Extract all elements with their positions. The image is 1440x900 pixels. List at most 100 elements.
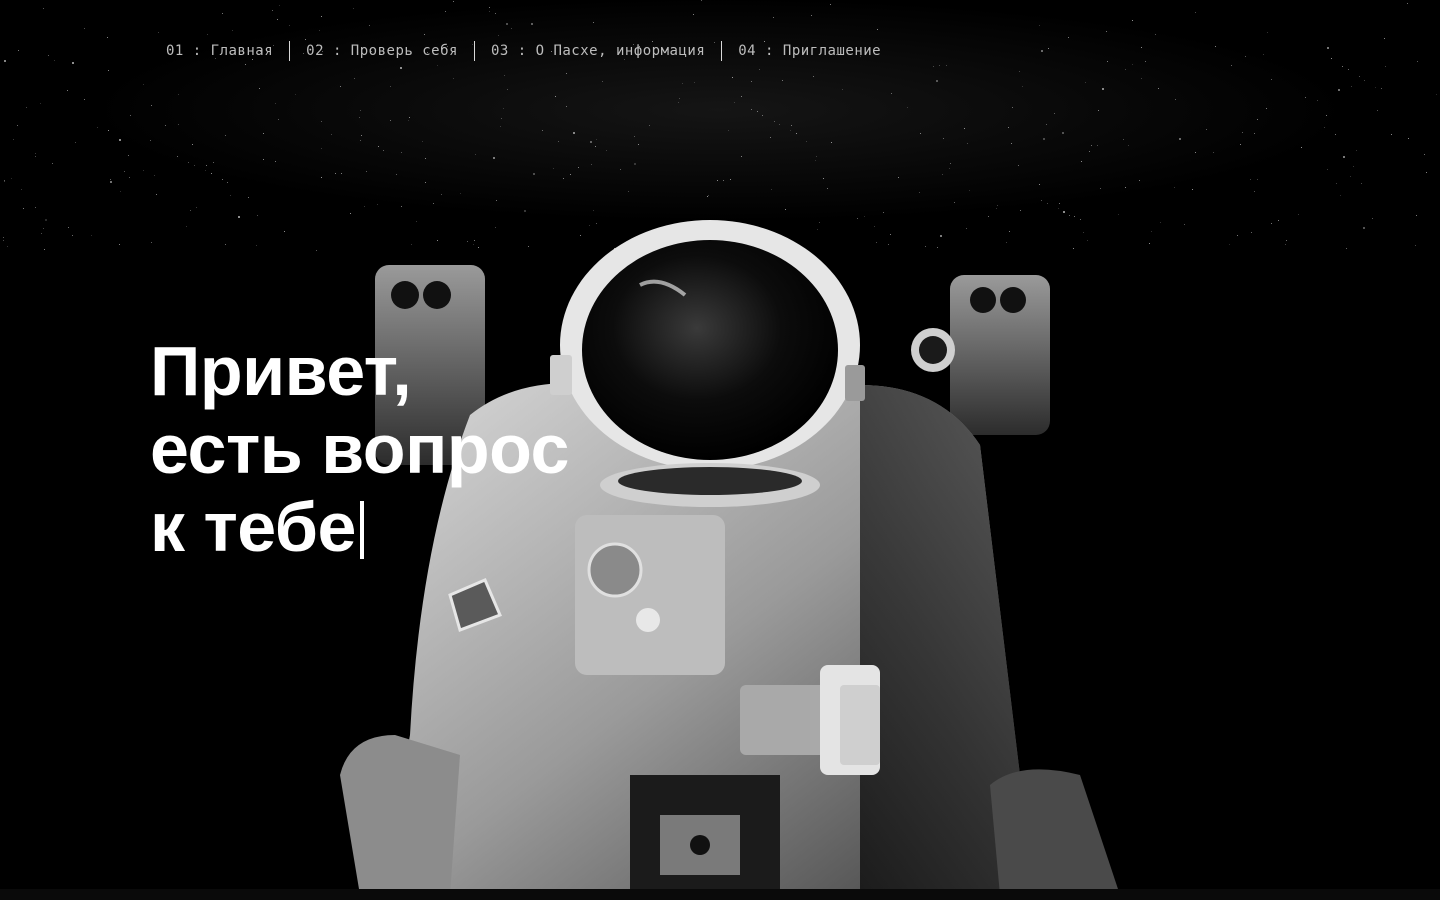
star	[44, 219, 47, 222]
star	[224, 243, 226, 245]
star	[1371, 217, 1373, 219]
star	[1284, 243, 1286, 245]
nav-item-home[interactable]: 01 : Главная	[150, 41, 289, 61]
star	[109, 181, 112, 184]
star	[1364, 79, 1366, 81]
star	[1257, 119, 1259, 121]
star	[185, 225, 187, 227]
star	[592, 209, 594, 211]
star	[1250, 231, 1252, 233]
star	[1266, 32, 1268, 34]
star	[1138, 179, 1140, 181]
star	[210, 173, 212, 175]
star	[953, 202, 955, 204]
star	[67, 226, 69, 228]
star	[278, 4, 280, 6]
star	[42, 227, 44, 229]
star	[2, 239, 4, 241]
star	[1045, 123, 1047, 125]
star	[1230, 65, 1232, 67]
main-nav: 01 : Главная 02 : Проверь себя 03 : О Па…	[150, 40, 897, 62]
star	[1194, 152, 1196, 154]
star	[1007, 126, 1009, 128]
star	[1301, 146, 1303, 148]
star	[35, 153, 37, 155]
nav-item-easter-info[interactable]: 03 : О Пасхе, информация	[475, 41, 721, 61]
star	[1271, 223, 1273, 225]
star	[1174, 187, 1176, 189]
star	[51, 163, 53, 164]
star	[230, 194, 232, 196]
star	[1132, 20, 1134, 22]
star	[1326, 114, 1328, 116]
star	[1242, 131, 1244, 133]
star	[369, 25, 371, 27]
star	[964, 127, 966, 129]
star	[129, 176, 131, 178]
star	[741, 95, 743, 97]
star	[596, 138, 598, 140]
star	[1184, 224, 1186, 226]
star	[495, 199, 497, 201]
star	[142, 170, 144, 172]
star	[245, 63, 247, 65]
star	[1105, 31, 1107, 33]
star	[1334, 134, 1336, 136]
star	[192, 143, 194, 145]
star	[396, 174, 398, 176]
star	[453, 78, 455, 80]
nav-item-quiz[interactable]: 02 : Проверь себя	[290, 41, 474, 61]
star	[248, 197, 250, 199]
star	[1326, 47, 1329, 50]
star	[1271, 79, 1273, 81]
star	[16, 124, 18, 126]
star	[945, 64, 947, 66]
star	[877, 28, 879, 30]
star	[1385, 65, 1387, 67]
star	[505, 23, 508, 26]
star	[441, 194, 443, 196]
star	[606, 150, 608, 152]
star	[1022, 85, 1024, 87]
star	[206, 33, 208, 35]
star	[507, 89, 509, 91]
star	[1352, 166, 1354, 168]
star	[1347, 69, 1349, 71]
star	[815, 156, 817, 158]
star	[1148, 243, 1150, 245]
star	[34, 155, 36, 157]
star	[950, 163, 952, 165]
star	[156, 194, 158, 196]
star	[1018, 70, 1020, 72]
star	[108, 129, 110, 131]
star	[119, 138, 121, 141]
star	[1192, 189, 1194, 191]
star	[42, 8, 44, 10]
star	[130, 115, 132, 117]
star	[1285, 239, 1287, 241]
star	[1011, 106, 1013, 108]
star	[1151, 231, 1153, 233]
star	[1316, 100, 1318, 102]
star	[1158, 88, 1160, 90]
star	[1107, 60, 1109, 62]
star	[107, 36, 109, 38]
star	[283, 231, 285, 233]
nav-item-invitation[interactable]: 04 : Приглашение	[722, 41, 897, 61]
star	[1140, 47, 1142, 49]
star	[830, 3, 832, 5]
star	[288, 25, 290, 27]
star	[452, 0, 454, 2]
star	[1337, 89, 1340, 92]
star	[633, 136, 635, 138]
star	[1057, 208, 1059, 210]
star	[150, 105, 152, 107]
star	[72, 62, 74, 65]
star	[941, 174, 943, 176]
star	[906, 106, 908, 108]
star	[18, 49, 20, 51]
star	[791, 124, 793, 126]
star	[1356, 150, 1358, 151]
star	[437, 65, 439, 67]
star	[277, 18, 279, 20]
